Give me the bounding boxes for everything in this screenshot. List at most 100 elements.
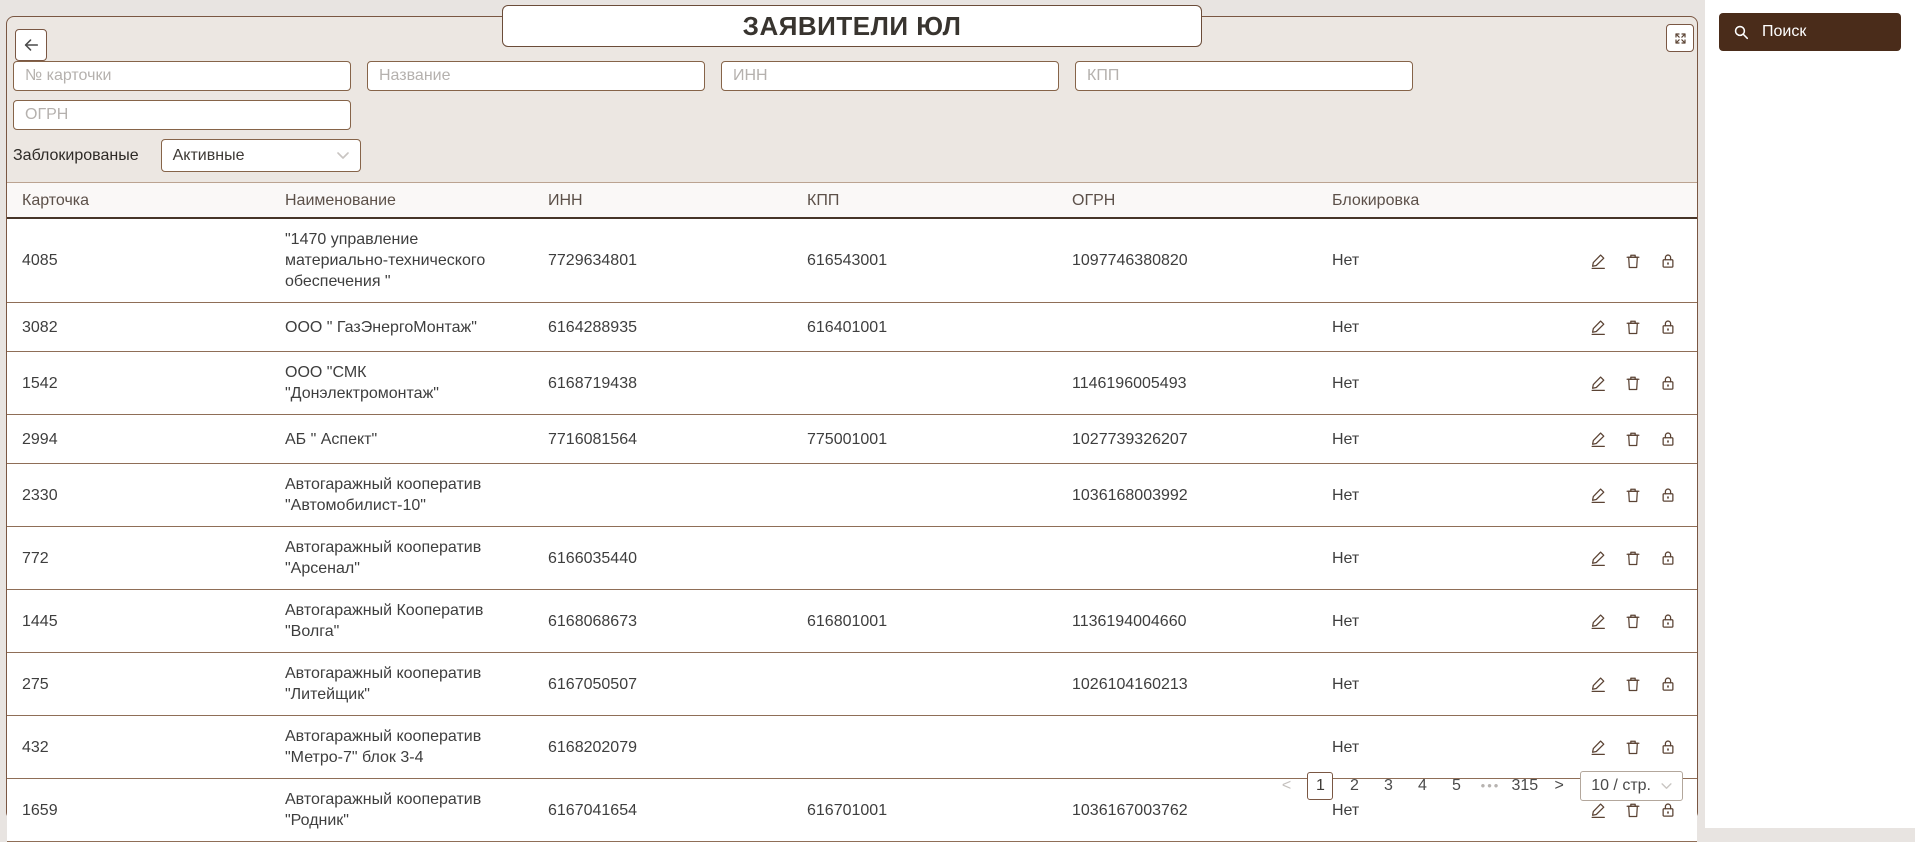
delete-button[interactable] [1622,484,1644,506]
cell-kpp: 616543001 [807,252,888,269]
lock-button[interactable] [1657,547,1679,569]
pagination-ellipsis[interactable]: ••• [1477,772,1503,800]
cell-kpp: 616801001 [807,612,888,630]
row-actions [1582,673,1697,695]
cell-inn: 6168719438 [548,374,637,392]
row-actions [1582,316,1697,338]
trash-icon [1626,254,1640,268]
cell-inn: 6168202079 [548,738,637,756]
name-input[interactable] [367,61,705,91]
back-button[interactable] [15,29,47,61]
card-number-input[interactable] [13,61,351,91]
delete-button[interactable] [1622,673,1644,695]
lock-button[interactable] [1657,372,1679,394]
cell-blocked: Нет [1332,252,1360,269]
pencil-icon [1591,677,1605,693]
fullscreen-button[interactable] [1666,24,1694,52]
cell-ogrn: 1026104160213 [1072,675,1188,693]
main-panel: ЗАЯВИТЕЛИ ЮЛ Заблокированые Активные [6,5,1698,842]
delete-button[interactable] [1622,736,1644,758]
page-title: ЗАЯВИТЕЛИ ЮЛ [502,5,1202,47]
cell-card: 432 [22,738,49,756]
delete-button[interactable] [1622,799,1644,821]
table-row: 432 Автогаражный кооператив "Метро-7" бл… [7,716,1697,779]
cell-card: 772 [22,549,49,567]
page-315[interactable]: 315 [1511,772,1538,800]
cell-name: ООО "СМК "Донэлектромонтаж" [285,364,439,402]
cell-blocked: Нет [1332,318,1360,336]
edit-button[interactable] [1587,316,1609,338]
page-2[interactable]: 2 [1341,772,1367,800]
pagination-next[interactable]: > [1546,772,1572,800]
cell-blocked: Нет [1332,549,1360,567]
trash-icon [1626,677,1640,692]
cell-kpp [792,737,1057,757]
cell-card: 4085 [22,252,58,269]
lock-button[interactable] [1657,799,1679,821]
cell-name: Автогаражный кооператив "Литейщик" [285,665,482,703]
cell-blocked: Нет [1332,486,1360,504]
edit-button[interactable] [1587,484,1609,506]
trash-icon [1626,488,1640,503]
lock-button[interactable] [1657,484,1679,506]
edit-button[interactable] [1587,250,1609,272]
edit-button[interactable] [1587,428,1609,450]
cell-ogrn [1057,317,1317,337]
lock-button[interactable] [1657,610,1679,632]
pencil-icon [1591,488,1605,504]
pencil-icon [1591,432,1605,448]
pencil-icon [1591,614,1605,630]
row-actions [1582,736,1697,758]
lock-button[interactable] [1657,736,1679,758]
cell-kpp [792,485,1057,505]
edit-button[interactable] [1587,799,1609,821]
edit-button[interactable] [1587,610,1609,632]
edit-button[interactable] [1587,673,1609,695]
cell-card: 2994 [22,430,58,448]
ogrn-input[interactable] [13,100,351,130]
cell-kpp: 616401001 [807,318,888,336]
padlock-icon [1662,551,1674,565]
cell-inn: 7729634801 [548,252,637,269]
lock-button[interactable] [1657,673,1679,695]
padlock-icon [1662,740,1674,754]
page-4[interactable]: 4 [1409,772,1435,800]
blocked-filter: Заблокированые Активные [13,139,361,172]
edit-button[interactable] [1587,736,1609,758]
cell-name: "1470 управление материально-техническог… [285,231,486,290]
page-5[interactable]: 5 [1443,772,1469,800]
table-row: 2994 АБ " Аспект" 7716081564 775001001 1… [7,415,1697,464]
edit-button[interactable] [1587,372,1609,394]
cell-blocked: Нет [1332,430,1360,448]
lock-button[interactable] [1657,316,1679,338]
delete-button[interactable] [1622,610,1644,632]
inn-input[interactable] [721,61,1059,91]
blocked-select[interactable]: Активные [160,139,361,172]
kpp-input[interactable] [1075,61,1413,91]
page-size-select[interactable]: 10 / стр. [1580,771,1683,801]
cell-name: Автогаражный кооператив "Автомобилист-10… [285,476,482,514]
delete-button[interactable] [1622,250,1644,272]
page-3[interactable]: 3 [1375,772,1401,800]
edit-button[interactable] [1587,547,1609,569]
delete-button[interactable] [1622,316,1644,338]
chevron-down-icon [1661,782,1672,789]
cell-ogrn: 1027739326207 [1072,430,1188,448]
cell-inn: 6167041654 [548,801,637,819]
cell-kpp [792,548,1057,568]
delete-button[interactable] [1622,372,1644,394]
lock-button[interactable] [1657,428,1679,450]
padlock-icon [1662,614,1674,628]
cell-name: АБ " Аспект" [285,430,378,448]
cell-ogrn: 1146196005493 [1072,374,1187,392]
search-bar[interactable]: Поиск [1719,13,1901,51]
padlock-icon [1662,253,1674,268]
trash-icon [1626,803,1640,818]
cell-card: 275 [22,675,49,693]
delete-button[interactable] [1622,547,1644,569]
lock-button[interactable] [1657,250,1679,272]
cell-name: Автогаражный кооператив "Арсенал" [285,539,482,577]
pencil-icon [1591,376,1605,392]
delete-button[interactable] [1622,428,1644,450]
page-1[interactable]: 1 [1307,772,1334,800]
